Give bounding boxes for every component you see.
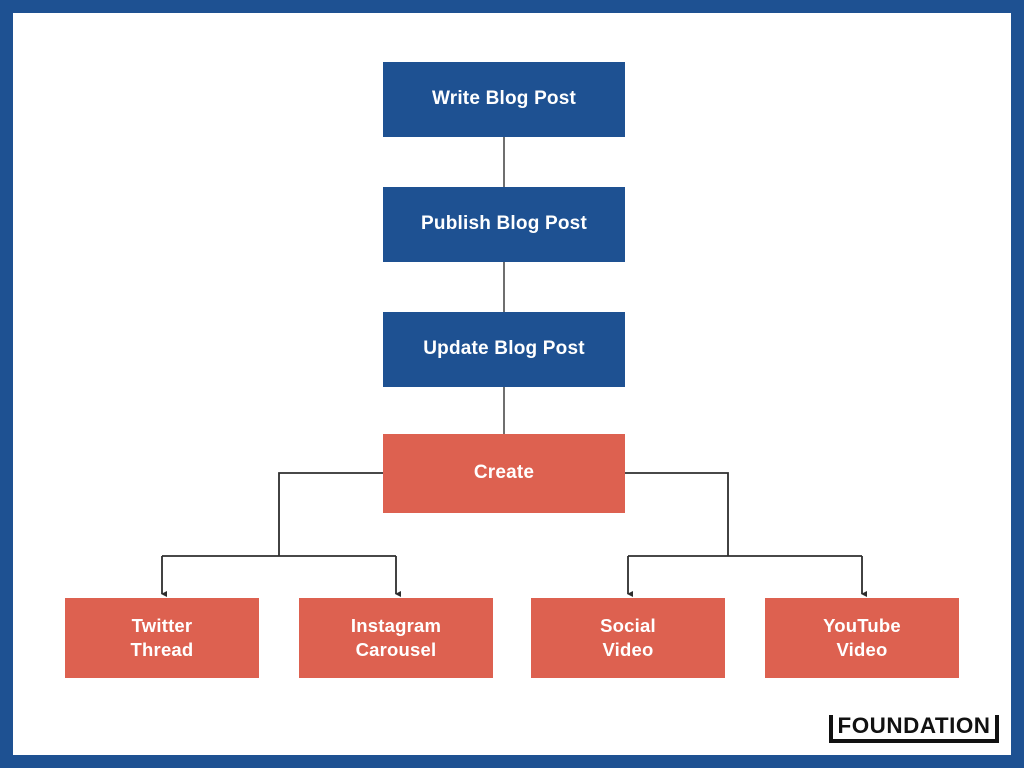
- node-update-blog-post-label: Update Blog Post: [423, 338, 585, 360]
- node-publish-blog-post[interactable]: Publish Blog Post: [383, 187, 625, 262]
- node-update-blog-post[interactable]: Update Blog Post: [383, 312, 625, 387]
- edge-create-left-trunk: [278, 472, 383, 556]
- node-instagram-carousel-label: Instagram Carousel: [350, 615, 442, 660]
- node-youtube-video[interactable]: YouTube Video: [765, 598, 959, 678]
- node-social-video-label: Social Video: [600, 615, 656, 660]
- node-youtube-video-label: YouTube Video: [823, 615, 901, 660]
- foundation-logo-text: FOUNDATION: [837, 713, 991, 738]
- node-write-blog-post[interactable]: Write Blog Post: [383, 62, 625, 137]
- diagram-canvas: Write Blog Post Publish Blog Post Update…: [13, 13, 1011, 755]
- node-twitter-thread-label: Twitter Thread: [130, 615, 194, 660]
- node-instagram-carousel[interactable]: Instagram Carousel: [299, 598, 493, 678]
- foundation-logo: FOUNDATION: [828, 709, 999, 743]
- node-create-label: Create: [473, 462, 535, 484]
- node-create[interactable]: Create: [383, 434, 625, 513]
- node-publish-blog-post-label: Publish Blog Post: [421, 213, 587, 235]
- page-root: Write Blog Post Publish Blog Post Update…: [0, 0, 1024, 768]
- node-write-blog-post-label: Write Blog Post: [431, 88, 577, 110]
- node-twitter-thread[interactable]: Twitter Thread: [65, 598, 259, 678]
- node-social-video[interactable]: Social Video: [531, 598, 725, 678]
- foundation-logo-frame: FOUNDATION: [828, 713, 999, 743]
- edge-create-right-trunk: [625, 472, 729, 556]
